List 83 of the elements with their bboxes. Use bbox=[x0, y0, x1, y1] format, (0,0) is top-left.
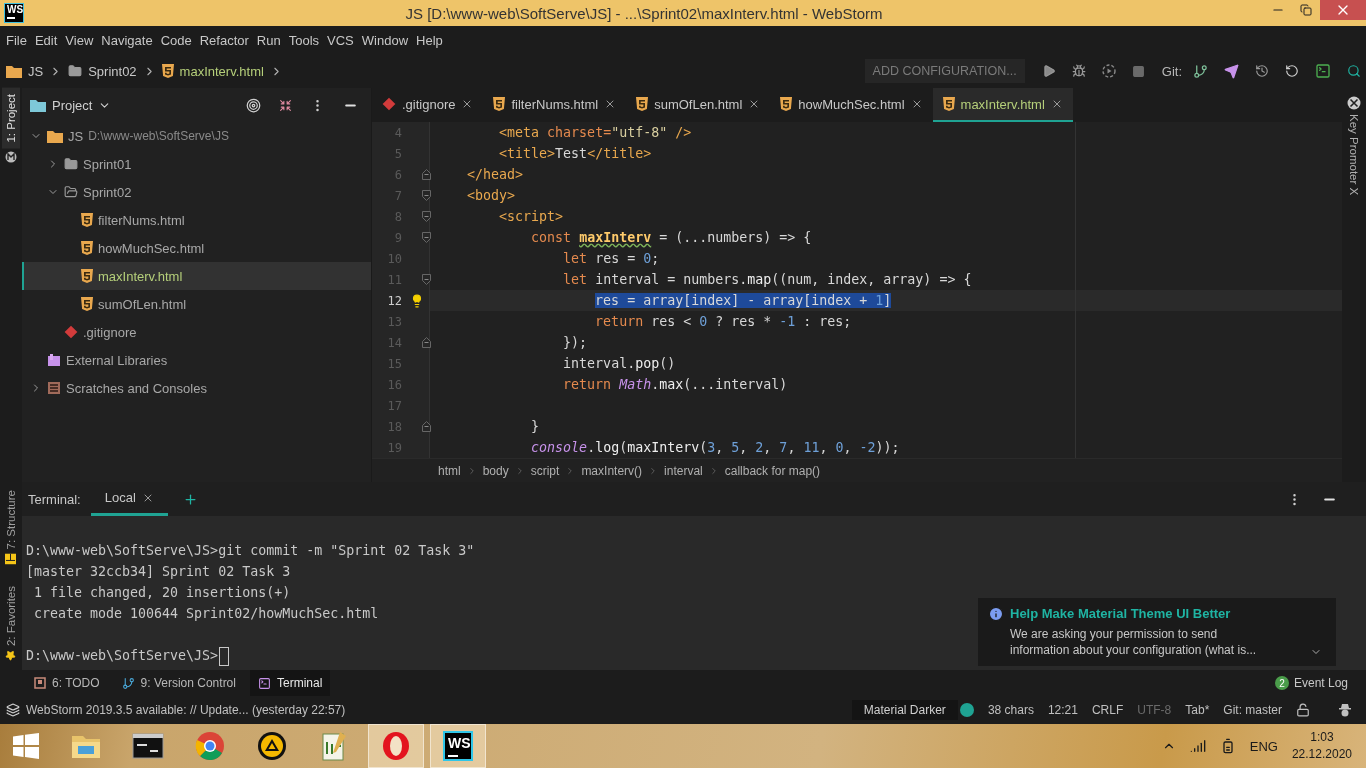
breadcrumb[interactable]: callback for map() bbox=[724, 464, 821, 478]
tree-item[interactable]: .gitignore bbox=[22, 318, 371, 346]
breadcrumb[interactable]: html bbox=[438, 464, 461, 478]
code-line: </head> bbox=[430, 164, 1076, 185]
line-separator[interactable]: CRLF bbox=[1091, 703, 1124, 717]
tool-window-tab[interactable]: Terminal bbox=[249, 670, 331, 696]
menu-item[interactable]: Tools bbox=[284, 32, 324, 48]
nav-crumb[interactable]: maxInterv.html bbox=[161, 63, 283, 79]
breadcrumb[interactable]: interval bbox=[664, 464, 703, 478]
code-line: <title>Test</title> bbox=[430, 143, 1076, 164]
code-line: res = array[index] - array[index + 1] bbox=[430, 290, 1076, 311]
tool-window-tab[interactable]: 2: Favorites bbox=[2, 580, 20, 668]
editor-tab[interactable]: maxInterv.html bbox=[932, 88, 1073, 122]
terminal-output-line: create mode 100644 Sprint02/howMuchSec.html bbox=[33, 605, 379, 623]
breadcrumb[interactable]: body bbox=[482, 464, 509, 478]
menu-item[interactable]: Window bbox=[357, 32, 413, 48]
code-line: const maxInterv = (...numbers) => { bbox=[430, 227, 1076, 248]
input-language[interactable]: ENG bbox=[1249, 738, 1278, 754]
git-label: Git: bbox=[1161, 63, 1182, 79]
window-title: JS [D:\www-web\SoftServe\JS] - ...\Sprint02\maxInterv.html - WebStorm bbox=[404, 4, 884, 22]
menu-item[interactable]: Code bbox=[156, 32, 196, 48]
menu-item[interactable]: Help bbox=[412, 32, 447, 48]
tree-item[interactable]: Scratches and Consoles bbox=[22, 374, 371, 402]
menu-item[interactable]: Navigate bbox=[97, 32, 157, 48]
count-badge: 2 bbox=[1274, 676, 1289, 690]
terminal-title: Terminal: bbox=[28, 490, 81, 509]
tree-item[interactable]: External Libraries bbox=[22, 346, 371, 374]
status-message[interactable]: WebStorm 2019.3.5 available: // Update... (yesterday 22:57) bbox=[26, 703, 346, 717]
code-line: let res = 0; bbox=[430, 248, 1076, 269]
editor-tab[interactable]: filterNums.html bbox=[483, 88, 627, 122]
tree-item[interactable]: maxInterv.html bbox=[22, 262, 371, 290]
tree-item[interactable]: sumOfLen.html bbox=[22, 290, 371, 318]
tree-item[interactable]: Sprint01 bbox=[22, 150, 371, 178]
code-line: return Math.max(...interval) bbox=[430, 374, 1076, 395]
code-line: interval.pop() bbox=[430, 353, 1076, 374]
clock[interactable]: 1:03 22.12.2020 bbox=[1291, 729, 1352, 763]
git-branch[interactable]: Git: master bbox=[1223, 703, 1282, 717]
tree-item[interactable]: JS D:\www-web\SoftServe\JS bbox=[22, 122, 371, 150]
menu-item[interactable]: Edit bbox=[30, 32, 62, 48]
tool-window-tab[interactable]: 1: Project bbox=[2, 88, 20, 149]
ide-app-icon[interactable]: WS bbox=[443, 731, 473, 761]
code-line: <script> bbox=[430, 206, 1076, 227]
menu-item[interactable]: Run bbox=[252, 32, 285, 48]
code-line: }); bbox=[430, 332, 1076, 353]
terminal-output-line: D:\www-web\SoftServe\JS>git commit -m "Sprint 02 Task 3" bbox=[26, 542, 475, 560]
menu-item[interactable]: Refactor bbox=[195, 32, 253, 48]
editor-tab[interactable]: .gitignore bbox=[372, 88, 484, 122]
notification-text: We are asking your permission to send information about your configuration (what is... bbox=[1010, 626, 1258, 658]
selection-count: 38 chars bbox=[987, 703, 1034, 717]
breadcrumb[interactable]: script bbox=[530, 464, 560, 478]
tool-window-tab[interactable]: 6: TODO bbox=[26, 670, 108, 696]
tree-item[interactable]: howMuchSec.html bbox=[22, 234, 371, 262]
tool-window-tab[interactable]: 7: Structure bbox=[2, 484, 20, 571]
notification-title[interactable]: Help Make Material Theme UI Better bbox=[1010, 606, 1310, 621]
line-number: 12 bbox=[386, 293, 402, 308]
menu-item[interactable]: View bbox=[61, 32, 98, 48]
run-configuration-dropdown[interactable]: ADD CONFIGURATION... bbox=[864, 59, 1025, 83]
event-log-button[interactable]: 2 Event Log bbox=[1274, 670, 1348, 696]
tree-item[interactable]: Sprint02 bbox=[22, 178, 371, 206]
editor-tab[interactable]: sumOfLen.html bbox=[626, 88, 771, 122]
session-tab[interactable]: Local bbox=[90, 482, 168, 516]
breadcrumb[interactable]: maxInterv() bbox=[581, 464, 643, 478]
editor-tab[interactable]: howMuchSec.html bbox=[770, 88, 933, 122]
terminal-output-line: 1 file changed, 20 insertions(+) bbox=[33, 584, 291, 602]
taskbar-app-button[interactable]: WS bbox=[430, 724, 486, 768]
caret-position[interactable]: 12:21 bbox=[1047, 703, 1078, 717]
code-line: } bbox=[430, 416, 1076, 437]
code-line: <meta charset="utf-8" /> bbox=[430, 122, 1076, 143]
app-logo: WS bbox=[4, 3, 24, 23]
indent-setting[interactable]: Tab* bbox=[1185, 703, 1210, 717]
tool-window-tab[interactable]: 9: Version Control bbox=[113, 670, 244, 696]
code-line: <body> bbox=[430, 185, 1076, 206]
theme-indicator[interactable]: Material Darker bbox=[851, 700, 958, 720]
nav-crumb[interactable]: JS bbox=[6, 63, 63, 79]
tool-window-tab[interactable]: Key Promoter X bbox=[1345, 110, 1363, 200]
nav-crumb[interactable]: Sprint02 bbox=[68, 63, 156, 79]
terminal-prompt[interactable]: D:\www-web\SoftServe\JS> bbox=[26, 645, 230, 666]
terminal-output-line: [master 32ccb34] Sprint 02 Task 3 bbox=[26, 563, 291, 581]
tree-item[interactable]: filterNums.html bbox=[22, 206, 371, 234]
code-line: return res < 0 ? res * -1 : res; bbox=[430, 311, 1076, 332]
menu-item[interactable]: File bbox=[2, 32, 31, 48]
project-view-selector[interactable]: Project bbox=[30, 97, 112, 113]
menu-item[interactable]: VCS bbox=[323, 32, 358, 48]
